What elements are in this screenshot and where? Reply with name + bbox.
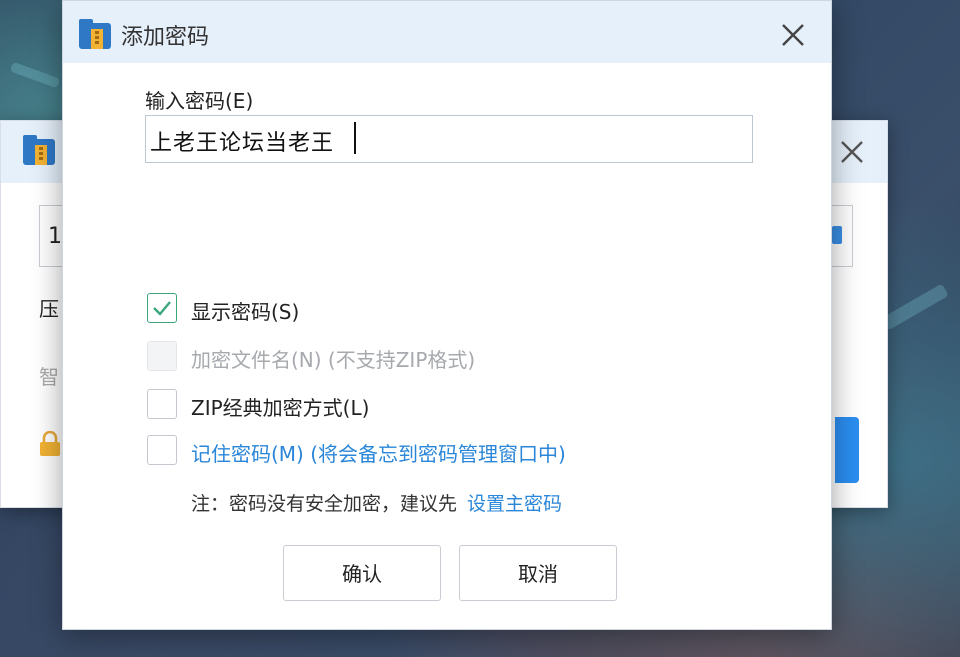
text-caret (354, 122, 356, 154)
archive-app-icon (77, 17, 113, 55)
password-value: 上老王论坛当老王 (150, 131, 335, 156)
zip-classic-checkbox[interactable] (147, 389, 177, 419)
close-icon[interactable] (773, 15, 813, 55)
security-note: 注：密码没有安全加密，建议先 设置主密码 (191, 489, 562, 516)
show-password-label: 显示密码(S) (191, 300, 300, 324)
close-icon[interactable] (833, 133, 871, 171)
add-password-dialog: 添加密码 输入密码(E) 上老王论坛当老王 显示密码(S) 加密文件名(N) (… (62, 0, 832, 630)
dialog-title: 添加密码 (121, 25, 210, 50)
show-password-checkbox[interactable] (147, 293, 177, 323)
background-label: 压 (39, 297, 59, 321)
wallpaper-streak (881, 283, 949, 331)
password-input[interactable]: 上老王论坛当老王 (145, 115, 753, 163)
remember-password-checkbox[interactable] (147, 435, 177, 465)
archive-app-icon (21, 133, 57, 171)
confirm-button[interactable]: 确认 (283, 545, 441, 601)
encrypt-filenames-checkbox (147, 341, 177, 371)
cancel-button[interactable]: 取消 (459, 545, 617, 601)
dialog-titlebar: 添加密码 (63, 1, 831, 63)
background-primary-button[interactable] (835, 417, 859, 483)
zip-classic-label: ZIP经典加密方式(L) (191, 396, 370, 420)
wallpaper-streak (9, 61, 61, 89)
set-master-password-link[interactable]: 设置主密码 (467, 493, 562, 515)
background-label-muted: 智 (39, 365, 59, 389)
lock-icon (39, 430, 61, 457)
password-label: 输入密码(E) (145, 89, 254, 113)
remember-password-label[interactable]: 记住密码(M) (将会备忘到密码管理窗口中) (191, 438, 566, 467)
background-input-text: 1 (48, 224, 62, 249)
encrypt-filenames-label: 加密文件名(N) (不支持ZIP格式) (191, 348, 476, 372)
note-text: 注：密码没有安全加密，建议先 (191, 493, 458, 515)
background-input-icon[interactable] (832, 226, 842, 244)
